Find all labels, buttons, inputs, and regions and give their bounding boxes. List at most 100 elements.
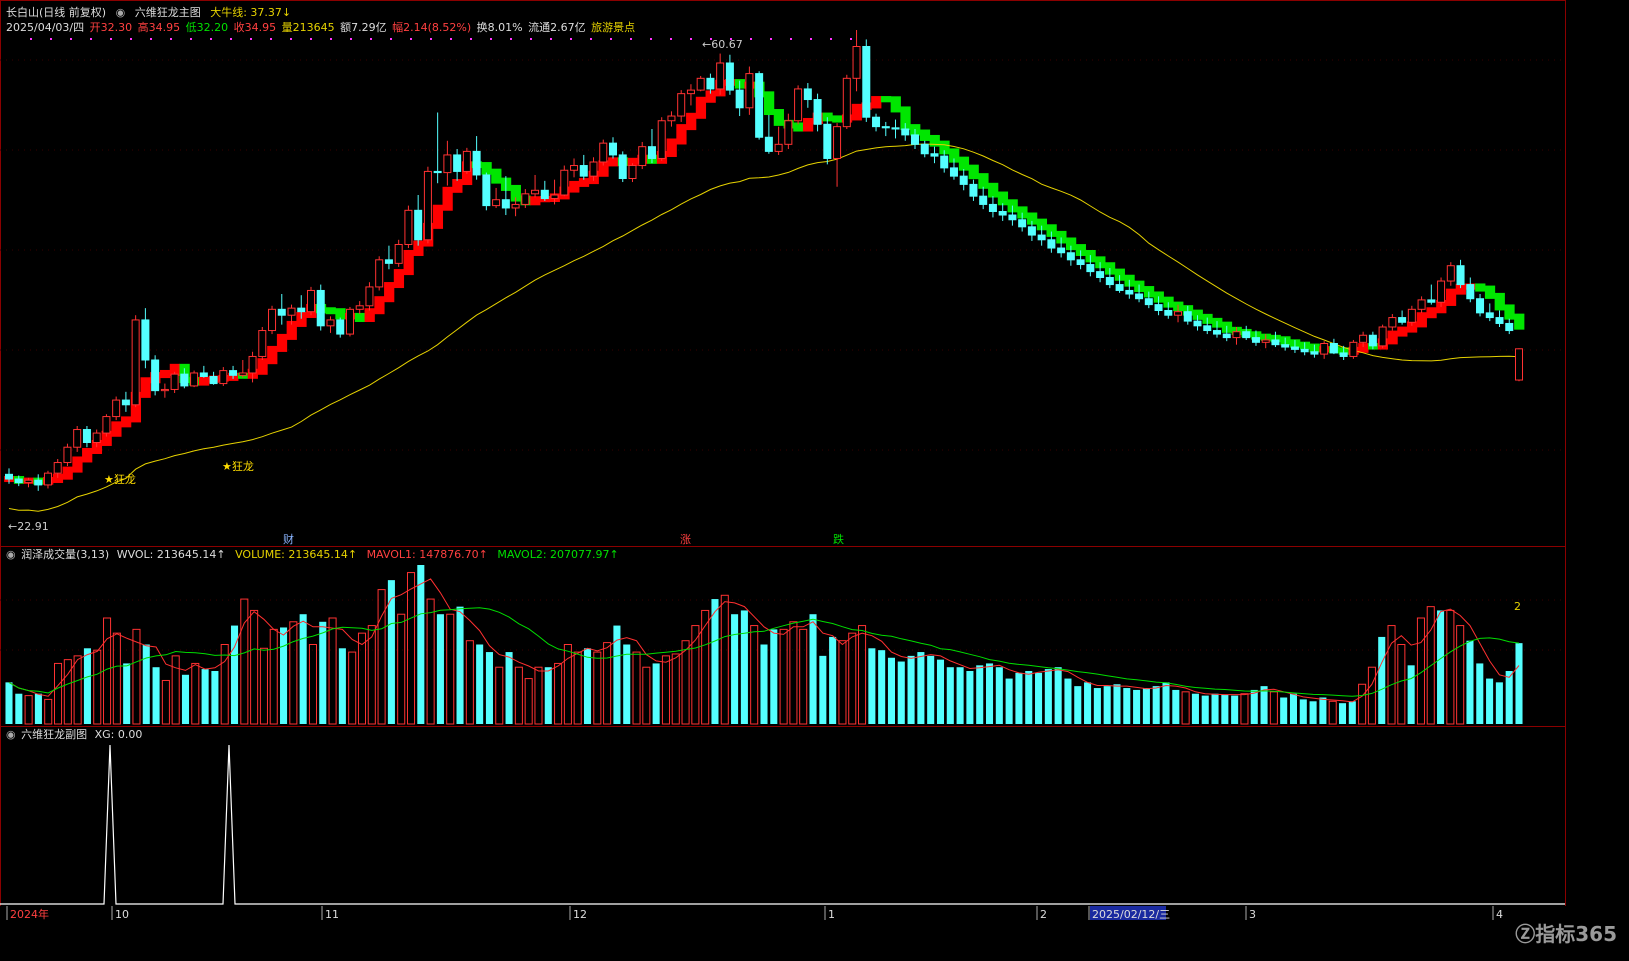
volume-bar [554, 662, 563, 725]
trend-band-segment [1504, 304, 1515, 320]
event-finance-marker[interactable]: 财 [283, 531, 294, 547]
marker-dot [690, 38, 692, 40]
volume-bar [966, 671, 974, 724]
trend-band-segment [1426, 307, 1437, 319]
volume-bar [191, 662, 200, 725]
candle-body [901, 128, 910, 136]
volume-bar [1358, 683, 1367, 725]
volume-bar [5, 682, 13, 724]
trend-band-segment [325, 307, 336, 315]
candle-body [24, 479, 33, 484]
candle [1329, 338, 1338, 355]
candle-body [813, 99, 822, 125]
event-down-marker[interactable]: 跌 [833, 531, 844, 547]
marker-dot [210, 38, 212, 40]
marker-dot [290, 38, 292, 40]
indicator-toggle-icon[interactable]: ◉ [116, 6, 126, 19]
stock-title[interactable]: 长白山(日线 前复权) [6, 6, 106, 19]
volume-panel-header: ◉ 润泽成交量(3,13) WVOL: 213645.14↑ VOLUME: 2… [6, 548, 625, 562]
volume-bar [1142, 688, 1150, 724]
main-indicator-name[interactable]: 六维狂龙主图 [135, 6, 201, 19]
candle-body [735, 89, 744, 109]
candle-body [910, 134, 920, 145]
volume-bar [1240, 693, 1249, 725]
candle [764, 114, 773, 154]
trend-band-segment [1387, 330, 1398, 345]
volume-bar [406, 572, 416, 725]
volume-bar [152, 667, 160, 724]
candle-body [1388, 317, 1397, 328]
trend-band-segment [773, 109, 784, 126]
volume-bar [485, 652, 493, 724]
candle [745, 66, 754, 115]
volume-bar [524, 678, 533, 725]
volume-bar [319, 621, 327, 724]
trend-band-segment [82, 447, 93, 463]
volume-bar [593, 651, 602, 725]
candle-body [384, 259, 393, 264]
candle-body [540, 189, 549, 200]
stock-chart[interactable]: 2024年 10 11 12 1 2 2025/02/12/三 3 4 [0, 0, 1629, 961]
candle-body [969, 183, 978, 197]
candle-body [501, 199, 510, 209]
candle [842, 74, 851, 129]
candle-body [1174, 311, 1183, 316]
marker-dot [310, 38, 312, 40]
candle-body [1222, 333, 1231, 339]
indicator-toggle-icon[interactable]: ◉ [6, 548, 16, 561]
candle [375, 256, 384, 291]
candle-body [920, 143, 929, 155]
candle-body [1251, 337, 1260, 343]
candle [43, 470, 52, 489]
candle [73, 426, 82, 452]
candle-body [1164, 310, 1173, 316]
volume-bar [1035, 672, 1043, 724]
volume-bar [1025, 671, 1033, 724]
volume-bar [73, 655, 82, 725]
volume-bar [201, 669, 209, 724]
candle-body [336, 319, 345, 335]
candle-body [531, 189, 540, 195]
candle [433, 112, 442, 184]
xg-signal-line [0, 744, 1565, 905]
volume-bar [1407, 665, 1415, 724]
marker-dot [330, 38, 332, 40]
candle-body [1154, 304, 1163, 312]
candle-body [842, 77, 851, 128]
candle [920, 140, 929, 158]
mavol1-value: MAVOL1: 147876.70↑ [366, 548, 488, 561]
candle-body [872, 116, 881, 128]
marker-dot [390, 38, 392, 40]
volume-bar [907, 655, 915, 724]
sector-label[interactable]: 旅游景点 [591, 21, 635, 34]
trend-band-segment [988, 182, 999, 198]
indicator-toggle-icon[interactable]: ◉ [6, 728, 16, 741]
header-line-2: 2025/04/03/四 开32.30 高34.95 低32.20 收34.95… [6, 21, 641, 35]
trend-band-segment [871, 96, 882, 109]
marker-dot [850, 38, 852, 40]
candle [345, 306, 354, 337]
candle-body [998, 211, 1007, 216]
volume-bar [848, 632, 857, 725]
trend-band-segment [695, 96, 707, 119]
low-label: 低32.20 [185, 21, 229, 34]
volume-bar [868, 648, 876, 724]
candle-body [53, 462, 62, 474]
event-up-marker[interactable]: 涨 [680, 531, 691, 547]
trend-band-segment [1397, 326, 1408, 337]
trend-band-segment [569, 180, 580, 193]
vol-indicator-title[interactable]: 润泽成交量(3,13) [21, 548, 109, 561]
candle [414, 195, 423, 246]
marker-dot [350, 38, 352, 40]
candle [1437, 277, 1446, 307]
sub-indicator-title[interactable]: 六维狂龙副图 [21, 728, 87, 741]
volume-bar [1074, 686, 1082, 724]
candle [82, 426, 91, 448]
candle-body [238, 372, 247, 376]
candle [209, 371, 218, 385]
volume-bar [171, 655, 180, 725]
candle [833, 123, 842, 187]
volume-bar [250, 609, 259, 725]
candle [608, 137, 618, 159]
volume-bar [995, 667, 1003, 724]
